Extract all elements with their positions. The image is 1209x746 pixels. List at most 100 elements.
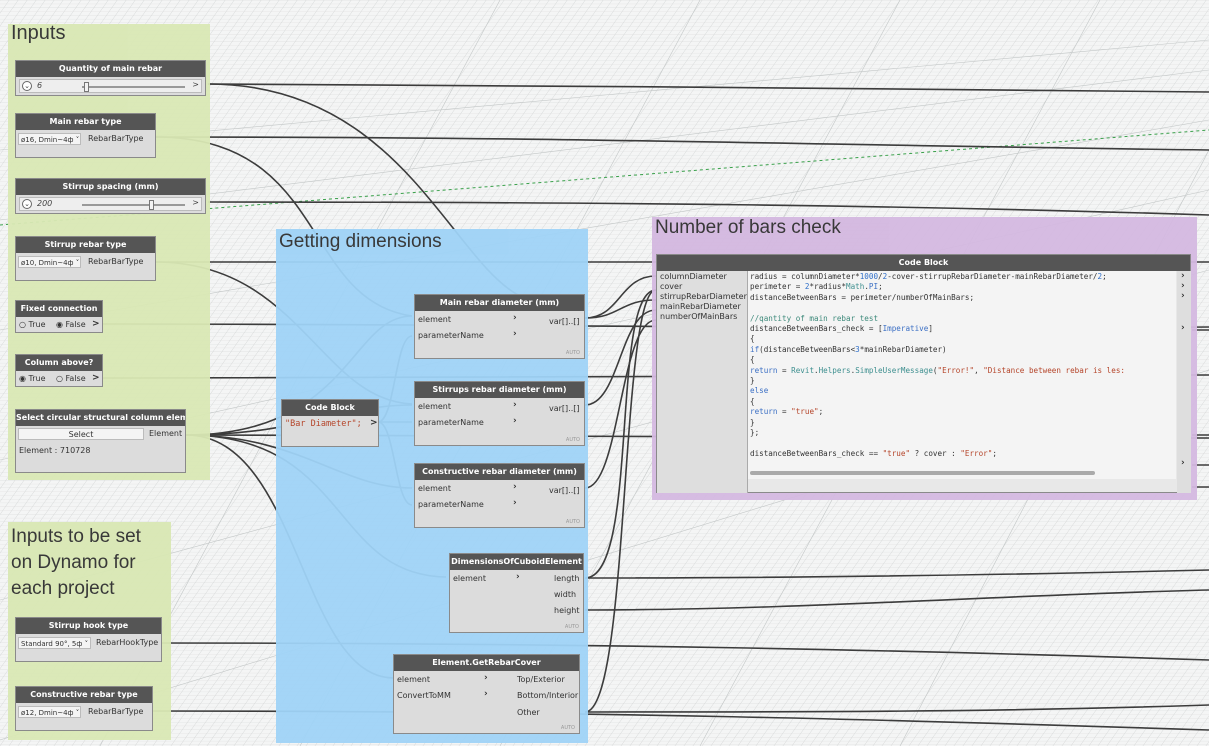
- radio-true[interactable]: ◉ True: [19, 374, 46, 383]
- node-stirrups-rebar-diameter[interactable]: Stirrups rebar diameter (mm) element › p…: [414, 381, 585, 446]
- output-arrow-2[interactable]: ›: [1181, 281, 1185, 291]
- group-inputs-project-line1: Inputs to be set: [11, 526, 141, 547]
- output-port[interactable]: RebarBarType: [88, 134, 143, 143]
- node-title: Constructive rebar diameter (mm): [415, 464, 584, 480]
- output-port[interactable]: Element: [149, 429, 182, 438]
- output-height[interactable]: height: [554, 606, 580, 615]
- radio-true[interactable]: ○ True: [19, 320, 46, 329]
- chevron-down-icon: ˅: [75, 709, 80, 717]
- radio-label: True: [28, 374, 46, 383]
- node-dimensions-cuboid[interactable]: DimensionsOfCuboidElement element › leng…: [449, 553, 584, 633]
- chevron-down-icon[interactable]: ⌄: [22, 81, 32, 91]
- node-title: Main rebar type: [16, 114, 155, 130]
- output-length[interactable]: length: [554, 574, 580, 583]
- dropdown-value: Standard 90°, 5ф: [21, 640, 83, 648]
- slider-track[interactable]: [82, 82, 185, 92]
- select-button[interactable]: Select: [18, 428, 144, 440]
- toggle-fixed-connection[interactable]: Fixed connection ○ True ◉ False >: [15, 300, 103, 333]
- output-arrow-4[interactable]: ›: [1181, 323, 1185, 333]
- lacing-auto: AUTO: [564, 624, 579, 630]
- slider-quantity-main-rebar[interactable]: Quantity of main rebar ⌄ 6 >: [15, 60, 206, 96]
- output-arrow[interactable]: >: [92, 319, 100, 329]
- code-text[interactable]: "Bar Diameter";: [285, 419, 362, 429]
- code-block-bar-diameter[interactable]: Code Block "Bar Diameter"; >: [281, 399, 379, 447]
- output-arrow[interactable]: >: [92, 373, 100, 383]
- input-port-element[interactable]: element: [418, 402, 451, 411]
- code-editor[interactable]: radius = columnDiameter*1000/2-cover-sti…: [748, 271, 1176, 479]
- node-title: DimensionsOfCuboidElement: [450, 554, 583, 570]
- input-number-main-bars[interactable]: numberOfMainBars: [660, 312, 737, 321]
- input-port-element[interactable]: element: [453, 574, 486, 583]
- output-port[interactable]: RebarBarType: [88, 707, 143, 716]
- node-title: Stirrup rebar type: [16, 237, 155, 253]
- code-line-12: else: [750, 386, 769, 396]
- output-port[interactable]: RebarHookType: [96, 638, 158, 647]
- node-title: Fixed connection: [16, 301, 102, 317]
- select-column-node[interactable]: Select circular structural column elemen…: [15, 409, 186, 473]
- output-arrow[interactable]: >: [370, 418, 378, 428]
- input-port-element[interactable]: element: [418, 315, 451, 324]
- output-other[interactable]: Other: [517, 708, 540, 717]
- code-line-5: //qantity of main rebar test: [750, 313, 879, 323]
- slider-thumb[interactable]: [148, 200, 154, 210]
- code-line-6: distanceBetweenBars_check = [Imperative]: [750, 324, 933, 333]
- output-port[interactable]: var[]..[]: [549, 317, 580, 326]
- dropdown-main-rebar-type[interactable]: Main rebar type ø16, Dmin~4ф ˅ RebarBarT…: [15, 113, 156, 158]
- output-top[interactable]: Top/Exterior: [517, 675, 565, 684]
- hook-type-dropdown[interactable]: Standard 90°, 5ф ˅: [18, 637, 91, 649]
- code-line-15: }: [750, 417, 755, 427]
- node-main-rebar-diameter[interactable]: Main rebar diameter (mm) element › param…: [414, 294, 585, 359]
- input-port-element[interactable]: element: [397, 675, 430, 684]
- output-arrow-3[interactable]: ›: [1181, 291, 1185, 301]
- rebar-type-dropdown[interactable]: ø16, Dmin~4ф ˅: [18, 133, 81, 145]
- code-line-18: distanceBetweenBars_check == "true" ? co…: [750, 448, 997, 458]
- radio-label: False: [65, 320, 86, 329]
- rebar-type-dropdown[interactable]: ø12, Dmin~4ф ˅: [18, 706, 81, 718]
- input-port-convert[interactable]: ConvertToMM: [397, 691, 451, 700]
- dropdown-constructive-rebar-type[interactable]: Constructive rebar type ø12, Dmin~4ф ˅ R…: [15, 686, 153, 731]
- input-port-parameter[interactable]: parameterName: [418, 500, 484, 509]
- output-arrow[interactable]: >: [192, 198, 199, 207]
- rebar-type-dropdown[interactable]: ø10, Dmin~4ф ˅: [18, 256, 81, 268]
- toggle-column-above[interactable]: Column above? ◉ True ○ False >: [15, 354, 103, 387]
- node-title: Stirrup hook type: [16, 618, 161, 634]
- port-arrow: ›: [484, 689, 488, 699]
- code-line-2: perimeter = 2*radius*Math.PI;: [750, 282, 883, 292]
- code-block-bars-check[interactable]: Code Block columnDiameter cover stirrupR…: [656, 254, 1191, 493]
- node-get-rebar-cover[interactable]: Element.GetRebarCover element › ConvertT…: [393, 654, 580, 734]
- output-arrow[interactable]: >: [192, 80, 199, 89]
- output-port[interactable]: var[]..[]: [549, 404, 580, 413]
- input-stirrup-diameter[interactable]: stirrupRebarDiameter: [660, 292, 747, 301]
- input-port-parameter[interactable]: parameterName: [418, 418, 484, 427]
- input-main-diameter[interactable]: mainRebarDiameter: [660, 302, 741, 311]
- chevron-down-icon[interactable]: ⌄: [22, 199, 32, 209]
- slider-thumb[interactable]: [84, 82, 90, 92]
- input-port-parameter[interactable]: parameterName: [418, 331, 484, 340]
- radio-false[interactable]: ○ False: [56, 374, 86, 383]
- port-arrow: ›: [516, 572, 520, 582]
- radio-label: False: [65, 374, 86, 383]
- input-cover[interactable]: cover: [660, 282, 682, 291]
- port-arrow: ›: [513, 329, 517, 339]
- slider-track[interactable]: [82, 200, 185, 210]
- dropdown-stirrup-rebar-type[interactable]: Stirrup rebar type ø10, Dmin~4ф ˅ RebarB…: [15, 236, 156, 281]
- output-bottom[interactable]: Bottom/Interior: [517, 691, 578, 700]
- output-arrow-1[interactable]: ›: [1181, 271, 1185, 281]
- horizontal-scrollbar[interactable]: [750, 471, 1095, 475]
- node-constructive-rebar-diameter[interactable]: Constructive rebar diameter (mm) element…: [414, 463, 585, 528]
- status-text: Element : 710728: [19, 446, 91, 455]
- input-port-element[interactable]: element: [418, 484, 451, 493]
- output-width[interactable]: width: [554, 590, 576, 599]
- code-line-10: return = Revit.Helpers.SimpleUserMessage…: [750, 365, 1125, 375]
- group-inputs-project-line2: on Dynamo for: [11, 552, 136, 573]
- dropdown-stirrup-hook-type[interactable]: Stirrup hook type Standard 90°, 5ф ˅ Reb…: [15, 617, 162, 662]
- radio-false[interactable]: ◉ False: [56, 320, 86, 329]
- slider-stirrup-spacing[interactable]: Stirrup spacing (mm) ⌄ 200 >: [15, 178, 206, 214]
- input-ports: columnDiameter cover stirrupRebarDiamete…: [657, 271, 748, 493]
- output-port[interactable]: var[]..[]: [549, 486, 580, 495]
- node-title: Code Block: [282, 400, 378, 416]
- input-column-diameter[interactable]: columnDiameter: [660, 272, 727, 281]
- output-arrow-5[interactable]: ›: [1181, 458, 1185, 468]
- node-title: Code Block: [657, 255, 1190, 271]
- output-port[interactable]: RebarBarType: [88, 257, 143, 266]
